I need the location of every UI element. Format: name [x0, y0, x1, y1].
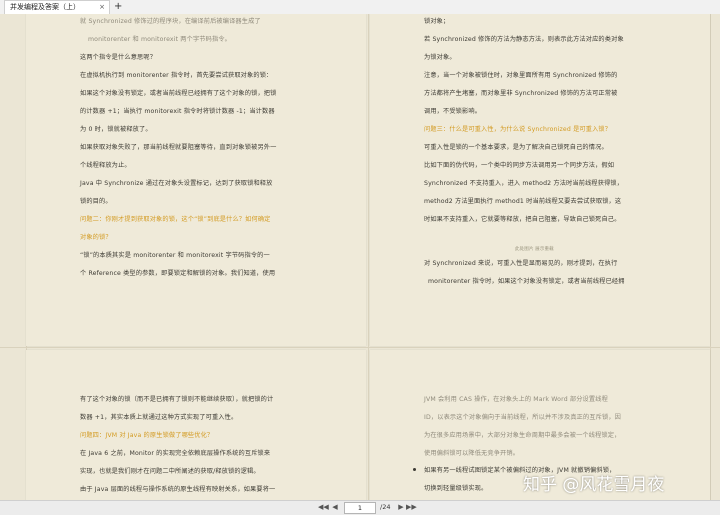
bullet-icon — [413, 468, 416, 471]
text-line: Java 中 Synchronize 通过在对象头设置标记，达到了获取锁和释放 — [80, 180, 273, 187]
question-heading: 问题二：你刚才提到获取对象的锁，这个“锁”到底是什么？如何确定 — [80, 216, 271, 223]
last-page-icon[interactable]: ▶▶ — [406, 502, 417, 513]
text-line: monitorenter 和 monitorexit 两个字节码指令。 — [88, 36, 231, 43]
page-divider — [368, 14, 369, 500]
text-line: 个 Reference 类型的参数，即要锁定和解锁的对象。我们知道，使用 — [80, 270, 276, 277]
watermark: 知乎 @风花雪月夜 — [523, 475, 665, 495]
prev-page-icon[interactable]: ◀ — [330, 502, 340, 513]
text-line: 对 Synchronized 来说，可重入性是显而易见的，刚才提到，在执行 — [424, 260, 618, 267]
page-3: 有了这个对象的锁（而不是已拥有了锁则不能继续获取），就把锁的计 数器 +1，其实… — [26, 350, 366, 500]
text-line: 如果这个对象没有锁定，或者当前线程已经拥有了这个对象的锁，把锁 — [80, 90, 277, 97]
tab-title: 并发编程及答案（上） — [10, 3, 80, 11]
text-line: 如果获取对象失败了，那当前线程就要阻塞等待，直到对象锁被另外一 — [80, 144, 277, 151]
page-divider — [0, 347, 720, 348]
text-line: 在虚拟机执行到 monitorenter 指令时，首先要尝试获取对象的锁： — [80, 72, 273, 79]
text-line: 为在很多应用场景中，大部分对象生命周期中最多会被一个线程锁定， — [424, 432, 621, 439]
text-line: “锁”的本质其实是 monitorenter 和 monitorexit 字节码… — [80, 252, 270, 259]
text-line: 在 Java 6 之前，Monitor 的实现完全依赖底层操作系统的互斥锁来 — [80, 450, 271, 457]
close-icon[interactable]: × — [99, 1, 105, 14]
page-navigation-bar: ◀◀ ◀ 1 /24 ▶ ▶▶ — [0, 500, 720, 515]
text-line: 切换到轻量级锁实现。 — [424, 485, 488, 492]
next-page-icon[interactable]: ▶ — [396, 502, 406, 513]
text-line: 为锁对象。 — [424, 54, 456, 61]
text-line: 为 0 时，锁就被释放了。 — [80, 126, 152, 133]
text-line: 锁的目的。 — [80, 198, 112, 205]
text-line: 方法都将产生堵塞，而对象里非 Synchronized 修饰的方法可正常被 — [424, 90, 618, 97]
image-caption: 此处图片 展示重载 — [515, 247, 554, 252]
text-line: 锁对象； — [424, 18, 450, 25]
text-line: 个线程释放为止。 — [80, 162, 131, 169]
text-line: ID，以表示这个对象偏向于当前线程，所以并不涉及真正的互斥锁，因 — [424, 414, 622, 421]
add-tab-icon[interactable]: + — [114, 0, 122, 13]
text-line: JVM 会利用 CAS 操作，在对象头上的 Mark Word 部分设置线程 — [424, 396, 608, 403]
text-line: 注意，当一个对象被锁住时，对象里面所有用 Synchronized 修饰的 — [424, 72, 618, 79]
text-line: monitorenter 指令时，如果这个对象没有锁定，或者当前线程已经拥 — [428, 278, 625, 285]
question-heading: 问题三：什么是可重入性，为什么说 Synchronized 是可重入锁？ — [424, 126, 612, 133]
text-line: Synchronized 不支持重入，进入 method2 方法时当前线程获得锁… — [424, 180, 624, 187]
first-page-icon[interactable]: ◀◀ — [318, 502, 329, 513]
text-line: 时如果不支持重入，它就要等释放，把自己阻塞，导致自己锁死自己。 — [424, 216, 621, 223]
text-line: 这两个指令是什么意思呢？ — [80, 54, 157, 61]
tab-document[interactable]: 并发编程及答案（上） × — [4, 0, 110, 14]
text-line: 若 Synchronized 修饰的方法为静态方法，则表示此方法对应的类对象 — [424, 36, 624, 43]
question-heading: 问题四：JVM 对 Java 的原生锁做了哪些优化？ — [80, 432, 214, 439]
text-line: 调用，不受锁影响。 — [424, 108, 482, 115]
text-line: 可重入性是锁的一个基本要求，是为了解决自己锁死自己的情况。 — [424, 144, 608, 151]
page-divider — [710, 14, 711, 500]
tab-bar: 并发编程及答案（上） × + — [0, 0, 720, 15]
page-total: /24 — [380, 503, 391, 511]
text-line: 由于 Java 层面的线程与操作系统的原生线程有映射关系，如果要将一 — [80, 486, 276, 493]
text-line: 实现，也就是我们刚才在问题二中所阐述的获取/释放锁的逻辑。 — [80, 468, 260, 475]
text-line: 使用偏斜锁可以降低无竞争开销。 — [424, 450, 520, 457]
page-2: 锁对象； 若 Synchronized 修饰的方法为静态方法，则表示此方法对应的… — [370, 14, 710, 346]
text-line: 就 Synchronized 修饰过的程序块，在编译前后被编译器生成了 — [80, 18, 261, 25]
page-1: 就 Synchronized 修饰过的程序块，在编译前后被编译器生成了 moni… — [26, 14, 366, 346]
page-number-input[interactable]: 1 — [344, 502, 376, 514]
text-line: 的计数器 +1；当执行 monitorexit 指令时将锁计数器 -1；当计数器 — [80, 108, 275, 115]
document-viewport[interactable]: 就 Synchronized 修饰过的程序块，在编译前后被编译器生成了 moni… — [0, 14, 720, 500]
text-line: 有了这个对象的锁（而不是已拥有了锁则不能继续获取），就把锁的计 — [80, 396, 274, 403]
text-line: method2 方法里面执行 method1 时当前线程又要去尝试获取锁，这 — [424, 198, 622, 205]
question-heading: 对象的锁？ — [80, 234, 112, 241]
text-line: 比如下面的伪代码，一个类中的同步方法调用另一个同步方法，假如 — [424, 162, 615, 169]
text-line: 数器 +1，其实本质上就通过这种方式实现了可重入性。 — [80, 414, 238, 421]
